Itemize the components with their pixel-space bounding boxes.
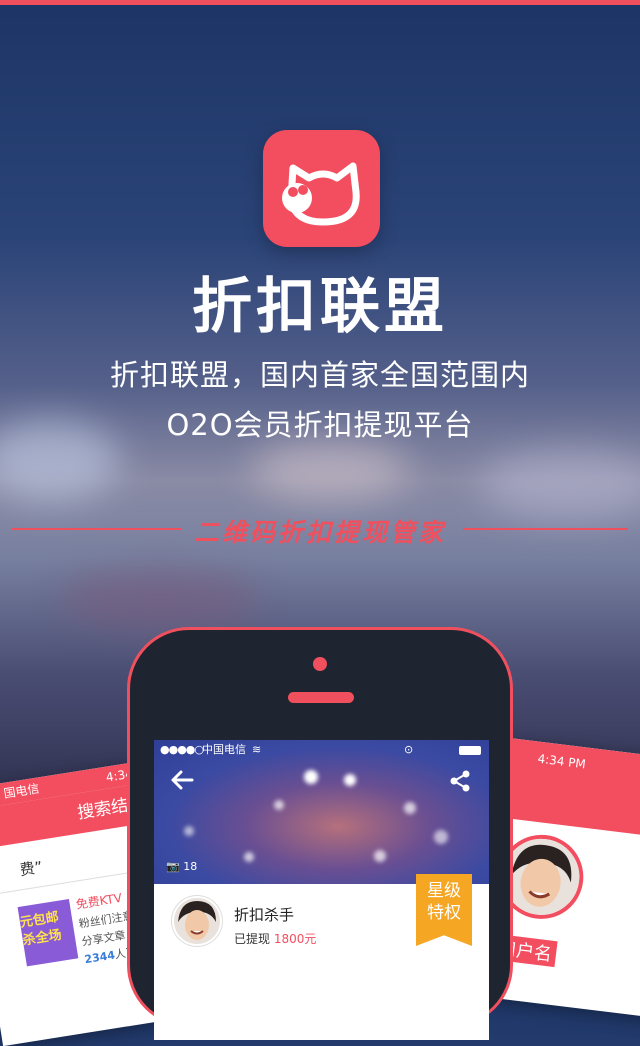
right-header: 4:34 PM — [500, 738, 640, 842]
bokeh-light — [274, 800, 284, 810]
app-logo — [263, 130, 380, 247]
tagline-line-1: 折扣联盟，国内首家全国范围内 — [109, 358, 530, 392]
front-camera — [313, 657, 327, 671]
bokeh-light — [434, 830, 448, 844]
promo-thumbnail: 元包邮 杀全场 — [17, 898, 79, 967]
back-arrow-icon[interactable] — [170, 770, 194, 790]
main-carrier: 中国电信 — [202, 743, 246, 756]
profile-avatar-icon — [178, 901, 216, 940]
main-status-bar: ●●●●○ 中国电信 ≋ ⊙ — [154, 740, 489, 760]
signal-icon: ●●●●○ — [160, 743, 204, 756]
bokeh-light — [344, 774, 356, 786]
slogan-text: 二维码折扣提现管家 — [193, 518, 446, 547]
profile-cover-photo: ●●●●○ 中国电信 ≋ ⊙ 📷 18 — [154, 740, 489, 884]
badge-line-2: 特权 — [427, 903, 461, 923]
bg-light — [60, 570, 260, 630]
bg-light — [250, 440, 410, 500]
withdrawn-label: 已提现 — [234, 932, 271, 946]
withdrawn-info: 已提现 1800元 — [234, 930, 316, 947]
star-privilege-badge[interactable]: 星级 特权 — [416, 874, 472, 946]
main-phone: ●●●●○ 中国电信 ≋ ⊙ 📷 18 折扣杀手 已提现 1800元 星级 特权 — [127, 627, 513, 1040]
bokeh-light — [304, 770, 318, 784]
photo-count-number: 18 — [183, 860, 198, 873]
top-accent-line — [0, 0, 640, 5]
bg-light — [480, 450, 640, 520]
phone-screen: ●●●●○ 中国电信 ≋ ⊙ 📷 18 折扣杀手 已提现 1800元 星级 特权 — [154, 740, 489, 1040]
app-title: 折扣联盟 — [192, 272, 448, 342]
bokeh-light — [374, 850, 386, 862]
bokeh-light — [184, 826, 194, 836]
earpiece-speaker — [288, 692, 354, 703]
bokeh-light — [404, 802, 416, 814]
rotation-lock-icon: ⊙ — [404, 743, 414, 756]
badge-line-1: 星级 — [427, 881, 461, 901]
tagline-line-2: O2O会员折扣提现平台 — [166, 408, 474, 442]
main-avatar[interactable] — [172, 896, 222, 946]
bokeh-light — [244, 852, 254, 862]
camera-icon: 📷 — [166, 860, 180, 873]
photo-count[interactable]: 📷 18 — [166, 860, 197, 873]
withdrawn-amount: 1800元 — [273, 932, 317, 946]
wifi-icon: ≋ — [252, 743, 262, 756]
profile-username: 折扣杀手 — [234, 906, 295, 924]
count-number: 2344 — [83, 948, 116, 967]
slogan-row: 二维码折扣提现管家 — [12, 513, 628, 547]
right-time: 4:34 PM — [536, 751, 587, 772]
battery-icon — [459, 746, 481, 755]
share-icon[interactable] — [449, 770, 471, 792]
cat-logo-icon — [282, 162, 360, 226]
